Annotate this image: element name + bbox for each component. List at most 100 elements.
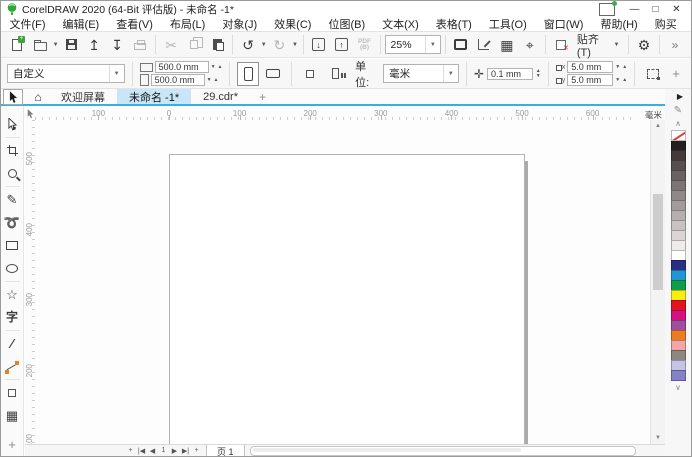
redo-button[interactable]: ↻ bbox=[268, 34, 290, 56]
nudge-offset-field[interactable]: 0.1 mm bbox=[486, 67, 533, 80]
treat-as-filled-button[interactable] bbox=[642, 62, 664, 86]
palette-scroll-down[interactable]: ∨ bbox=[675, 381, 681, 393]
palette-scroll-up[interactable]: ∧ bbox=[675, 117, 681, 129]
horizontal-scrollbar[interactable] bbox=[249, 445, 636, 456]
scroll-down-arrow[interactable]: ▼ bbox=[651, 432, 665, 444]
drop-shadow-tool[interactable] bbox=[1, 381, 24, 404]
current-page-button[interactable] bbox=[324, 62, 346, 86]
vertical-scrollbar-thumb[interactable] bbox=[653, 194, 663, 290]
page-height-field[interactable]: 500.0 mm bbox=[150, 74, 205, 86]
import-button[interactable]: ↓ bbox=[308, 34, 330, 56]
page-width-stepper[interactable]: ▼ ▲ bbox=[211, 64, 223, 70]
last-page-button[interactable]: ▶| bbox=[180, 447, 191, 455]
menu-text[interactable]: 文本(X) bbox=[374, 16, 428, 32]
next-page-button[interactable]: ▶ bbox=[169, 447, 180, 455]
save-button[interactable] bbox=[60, 34, 82, 56]
new-tab-button[interactable]: + bbox=[250, 89, 275, 104]
menu-help[interactable]: 帮助(H) bbox=[592, 16, 646, 32]
drawing-page[interactable] bbox=[169, 154, 525, 444]
portrait-button[interactable] bbox=[237, 61, 260, 86]
landscape-button[interactable] bbox=[262, 62, 284, 86]
print-button[interactable] bbox=[129, 34, 151, 56]
swatch-no-color[interactable] bbox=[670, 130, 686, 141]
chevron-down-icon[interactable]: ▼ bbox=[291, 42, 298, 48]
vertical-scrollbar[interactable]: ▲ ▼ bbox=[650, 120, 665, 444]
menu-layout[interactable]: 布局(L) bbox=[161, 16, 213, 32]
chevron-down-icon[interactable]: ▼ bbox=[260, 42, 267, 48]
show-guidelines-button[interactable]: ⌖ bbox=[519, 34, 541, 56]
paste-button[interactable] bbox=[206, 34, 228, 56]
menu-object[interactable]: 对象(J) bbox=[214, 16, 266, 32]
open-from-cloud-button[interactable]: ↥ bbox=[83, 34, 105, 56]
tab-29cdr[interactable]: 29.cdr* bbox=[191, 89, 250, 104]
add-page-end-button[interactable]: + bbox=[191, 447, 202, 454]
parallel-dimension-tool[interactable]: ∕ bbox=[1, 332, 24, 355]
duplicate-x-stepper[interactable]: ▼ ▲ bbox=[615, 64, 627, 70]
chevron-down-icon[interactable]: ▼ bbox=[52, 42, 59, 48]
maximize-button[interactable]: □ bbox=[646, 3, 665, 16]
menu-effects[interactable]: 效果(C) bbox=[266, 16, 320, 32]
menu-tools[interactable]: 工具(O) bbox=[480, 16, 535, 32]
close-button[interactable]: ✕ bbox=[667, 3, 686, 16]
menu-file[interactable]: 文件(F) bbox=[1, 16, 54, 32]
duplicate-x-field[interactable]: 5.0 mm bbox=[567, 61, 614, 73]
duplicate-y-stepper[interactable]: ▼ ▲ bbox=[615, 77, 627, 83]
connector-tool[interactable] bbox=[1, 355, 24, 378]
page-width-field[interactable]: 500.0 mm bbox=[154, 61, 209, 73]
export-button[interactable]: ↑ bbox=[331, 34, 353, 56]
nudge-stepper[interactable]: ▲ ▼ bbox=[536, 69, 541, 79]
text-tool[interactable]: 字 bbox=[1, 306, 24, 329]
page-indicator[interactable]: 1 bbox=[158, 447, 169, 454]
swatch-lavender[interactable] bbox=[670, 370, 686, 381]
undo-button[interactable]: ↺ bbox=[237, 34, 259, 56]
add-tools-button[interactable]: + bbox=[1, 433, 24, 456]
new-document-button[interactable] bbox=[6, 34, 28, 56]
show-grid-button[interactable]: ▦ bbox=[496, 34, 518, 56]
show-rulers-button[interactable] bbox=[473, 34, 495, 56]
horizontal-scrollbar-thumb[interactable] bbox=[252, 447, 522, 452]
menu-view[interactable]: 查看(V) bbox=[108, 16, 162, 32]
account-icon[interactable] bbox=[599, 1, 617, 16]
drawing-canvas[interactable] bbox=[35, 120, 665, 444]
prev-page-button[interactable]: ◀ bbox=[147, 447, 158, 455]
propbar-add-button[interactable]: + bbox=[667, 66, 685, 81]
full-screen-preview-button[interactable] bbox=[450, 34, 472, 56]
artistic-media-tool[interactable]: ➰ bbox=[1, 211, 24, 234]
snap-off-button[interactable] bbox=[550, 34, 572, 56]
mesh-fill-tool[interactable]: ▦ bbox=[1, 404, 24, 427]
page-1-tab[interactable]: 页 1 bbox=[206, 445, 245, 456]
snap-to-dropdown[interactable]: 贴齐(T) ▼ bbox=[573, 31, 624, 59]
tab-welcome[interactable]: 欢迎屏幕 bbox=[49, 89, 117, 104]
rectangle-tool[interactable] bbox=[1, 234, 24, 257]
page-preset-combobox[interactable]: 自定义 ▼ bbox=[7, 64, 125, 83]
menu-window[interactable]: 窗口(W) bbox=[535, 16, 592, 32]
options-button[interactable]: ⚙ bbox=[633, 34, 655, 56]
freehand-tool[interactable]: ✎ bbox=[1, 188, 24, 211]
publish-pdf-button[interactable]: PDF (B) bbox=[354, 34, 376, 56]
scroll-up-arrow[interactable]: ▲ bbox=[651, 120, 665, 132]
crop-tool[interactable] bbox=[1, 139, 24, 162]
toolbar-overflow-button[interactable]: » bbox=[664, 34, 686, 56]
tab-untitled-1[interactable]: 未命名 -1* bbox=[117, 89, 192, 104]
menu-bitmaps[interactable]: 位图(B) bbox=[320, 16, 374, 32]
palette-pencil-icon[interactable]: ✎ bbox=[674, 103, 682, 117]
zoom-tool[interactable] bbox=[1, 162, 24, 185]
palette-flyout-icon[interactable]: ▶ bbox=[677, 89, 691, 103]
open-button[interactable] bbox=[29, 34, 51, 56]
polygon-tool[interactable]: ☆ bbox=[1, 283, 24, 306]
home-tab[interactable]: ⌂ bbox=[27, 89, 49, 104]
duplicate-y-field[interactable]: 5.0 mm bbox=[567, 74, 614, 86]
pick-tool[interactable] bbox=[3, 89, 23, 105]
ruler-origin-icon[interactable] bbox=[25, 107, 35, 120]
minimize-button[interactable]: — bbox=[625, 3, 644, 16]
zoom-level-combobox[interactable]: 25% ▼ bbox=[384, 35, 441, 54]
first-page-button[interactable]: |◀ bbox=[136, 447, 147, 455]
menu-table[interactable]: 表格(T) bbox=[427, 16, 480, 32]
save-to-cloud-button[interactable]: ↧ bbox=[106, 34, 128, 56]
units-combobox[interactable]: 毫米 ▼ bbox=[383, 64, 459, 83]
add-page-start-button[interactable]: + bbox=[125, 447, 136, 454]
ellipse-tool[interactable] bbox=[1, 257, 24, 280]
cut-button[interactable]: ✂ bbox=[160, 34, 182, 56]
shape-tool[interactable] bbox=[1, 113, 24, 136]
menu-buy[interactable]: 购买 bbox=[646, 16, 685, 32]
